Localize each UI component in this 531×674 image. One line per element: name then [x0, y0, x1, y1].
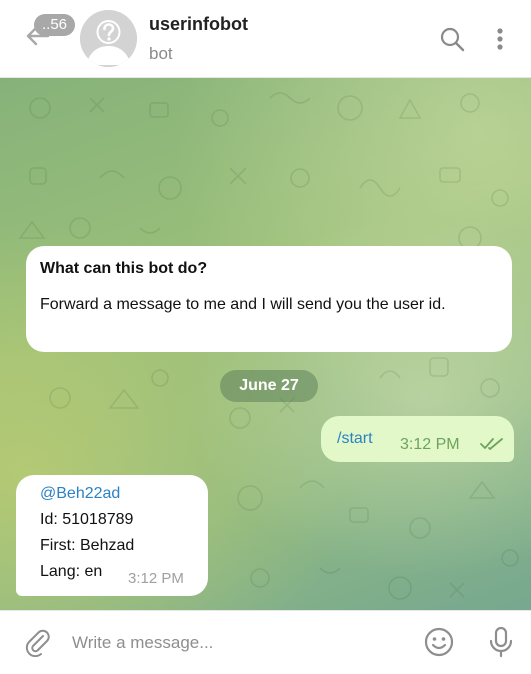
chat-subtitle: bot [149, 44, 173, 63]
message-time: 3:12 PM [128, 570, 184, 587]
emoji-button[interactable] [423, 626, 455, 658]
microphone-icon [486, 626, 516, 663]
date-separator: June 27 [220, 370, 318, 402]
message-composer [0, 610, 531, 674]
search-icon [438, 27, 468, 59]
message-input[interactable] [70, 623, 404, 663]
language-line: Lang: en [40, 563, 103, 580]
unread-count-badge: ..56 [34, 14, 76, 36]
chat-header: ..56 userinfobot bot [0, 0, 531, 78]
bot-command-link[interactable]: /start [337, 430, 373, 448]
chat-area[interactable]: What can this bot do? Forward a message … [0, 78, 531, 610]
back-button[interactable]: ..56 [18, 14, 76, 58]
bot-info-title: What can this bot do? [40, 260, 208, 277]
outgoing-message[interactable]: /start 3:12 PM [321, 416, 514, 462]
username-link[interactable]: @Beh22ad [40, 485, 120, 503]
attach-button[interactable] [22, 627, 52, 658]
more-menu-button[interactable] [490, 25, 510, 55]
double-check-icon [480, 437, 504, 456]
question-mark-avatar-icon [80, 10, 137, 67]
paperclip-icon [22, 629, 52, 661]
first-name-line: First: Behzad [40, 537, 135, 554]
search-button[interactable] [438, 25, 468, 55]
user-id-line: Id: 51018789 [40, 511, 134, 528]
smile-icon [423, 627, 455, 662]
incoming-message[interactable]: @Beh22ad Id: 51018789 First: Behzad Lang… [16, 475, 208, 596]
avatar[interactable] [80, 10, 137, 67]
voice-record-button[interactable] [486, 625, 516, 659]
more-vertical-icon [490, 28, 510, 59]
bot-info-card: What can this bot do? Forward a message … [26, 246, 512, 352]
chat-title[interactable]: userinfobot [149, 14, 248, 35]
bot-info-description: Forward a message to me and I will send … [40, 296, 446, 313]
message-time: 3:12 PM [400, 436, 460, 453]
